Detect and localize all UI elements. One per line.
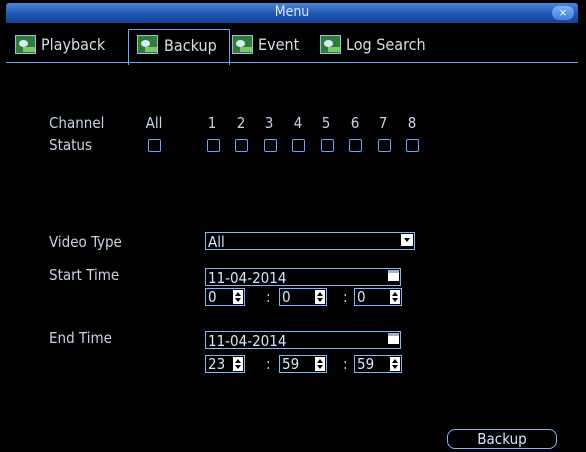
end-second-stepper[interactable]: 59	[354, 355, 402, 373]
stepper-arrows-icon[interactable]	[233, 357, 243, 371]
tab-label: Log Search	[346, 35, 426, 54]
channel-all-checkbox[interactable]	[148, 139, 161, 152]
time-separator: :	[266, 288, 271, 306]
channel-3-checkbox[interactable]	[264, 139, 277, 152]
end-minute-stepper[interactable]: 59	[279, 355, 327, 373]
start-hour-value: 0	[208, 288, 217, 306]
title-bar: Menu ×	[6, 3, 578, 23]
time-separator: :	[343, 355, 348, 373]
video-type-select[interactable]: All	[205, 232, 415, 251]
channel-4-checkbox[interactable]	[292, 139, 305, 152]
start-date-field[interactable]: 11-04-2014	[205, 268, 401, 287]
end-second-value: 59	[357, 355, 375, 373]
calendar-icon	[388, 270, 399, 281]
stepper-arrows-icon[interactable]	[390, 357, 400, 371]
channel-8-checkbox[interactable]	[406, 139, 419, 152]
menu-window: Menu × Playback Backup Event Log Search …	[0, 0, 586, 451]
end-hour-value: 23	[208, 355, 226, 373]
status-label: Status	[49, 136, 93, 154]
channel-label: Channel	[49, 114, 105, 132]
start-second-stepper[interactable]: 0	[354, 288, 402, 306]
channel-number: 7	[378, 114, 388, 132]
start-time-label: Start Time	[49, 266, 120, 284]
video-type-label: Video Type	[49, 233, 122, 251]
end-minute-value: 59	[282, 355, 300, 373]
event-icon	[232, 35, 253, 54]
channel-number: 8	[407, 114, 417, 132]
backup-button[interactable]: Backup	[447, 429, 557, 449]
channel-number: 2	[236, 114, 246, 132]
channel-5-checkbox[interactable]	[321, 139, 334, 152]
end-date-value: 11-04-2014	[208, 332, 287, 350]
channel-1-checkbox[interactable]	[207, 139, 220, 152]
stepper-arrows-icon[interactable]	[315, 290, 325, 304]
end-time-label: End Time	[49, 329, 112, 347]
start-minute-stepper[interactable]: 0	[279, 288, 327, 306]
stepper-arrows-icon[interactable]	[390, 290, 400, 304]
channel-2-checkbox[interactable]	[235, 139, 248, 152]
channel-all-label: All	[145, 114, 163, 132]
tab-label: Event	[258, 35, 300, 54]
tab-playback[interactable]: Playback	[15, 34, 127, 58]
close-button[interactable]: ×	[552, 6, 574, 20]
stepper-arrows-icon[interactable]	[233, 290, 243, 304]
start-hour-stepper[interactable]: 0	[205, 288, 245, 306]
video-type-value: All	[208, 233, 225, 251]
channel-number: 6	[350, 114, 360, 132]
start-minute-value: 0	[282, 288, 291, 306]
time-separator: :	[343, 288, 348, 306]
tab-log-search[interactable]: Log Search	[320, 34, 440, 58]
backup-panel: Channel Status All 1 2 3 4 5 6 7 8 Video…	[6, 62, 578, 452]
tab-event[interactable]: Event	[232, 34, 322, 58]
start-date-value: 11-04-2014	[208, 269, 287, 287]
end-hour-stepper[interactable]: 23	[205, 355, 245, 373]
tab-bar: Playback Backup Event Log Search	[6, 23, 578, 65]
tab-label: Playback	[41, 35, 106, 54]
window-title: Menu	[274, 4, 310, 20]
channel-7-checkbox[interactable]	[378, 139, 391, 152]
calendar-icon	[388, 333, 399, 344]
backup-icon	[137, 35, 158, 54]
log-search-icon	[320, 35, 341, 54]
end-date-field[interactable]: 11-04-2014	[205, 331, 401, 350]
start-second-value: 0	[357, 288, 366, 306]
stepper-arrows-icon[interactable]	[315, 357, 325, 371]
channel-number: 3	[264, 114, 274, 132]
chevron-down-icon	[401, 234, 413, 246]
time-separator: :	[266, 355, 271, 373]
tab-backup[interactable]: Backup	[128, 29, 230, 65]
tab-label: Backup	[164, 36, 217, 55]
channel-number: 5	[321, 114, 331, 132]
channel-6-checkbox[interactable]	[349, 139, 362, 152]
channel-number: 1	[207, 114, 217, 132]
playback-icon	[15, 35, 36, 54]
channel-number: 4	[293, 114, 303, 132]
